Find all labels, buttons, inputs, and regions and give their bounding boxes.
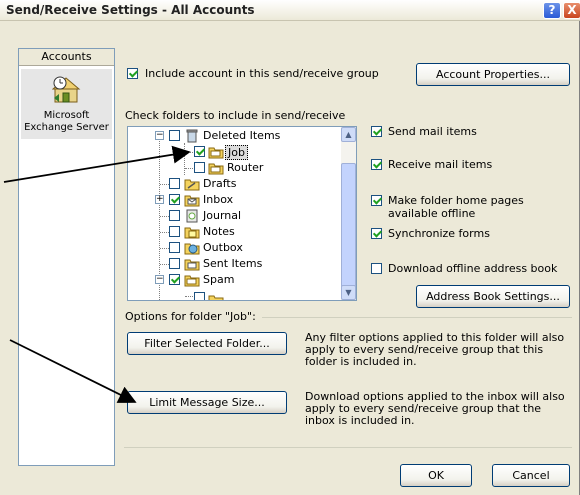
outbox-folder-icon bbox=[184, 243, 200, 255]
tree-item-drafts[interactable]: Drafts bbox=[128, 176, 340, 192]
folders-label: Check folders to include in send/receive bbox=[125, 109, 346, 122]
folder-icon bbox=[184, 275, 200, 287]
send-receive-settings-dialog: Send/Receive Settings - All Accounts ? X… bbox=[0, 0, 580, 495]
cancel-button[interactable]: Cancel bbox=[492, 464, 570, 487]
scroll-up-icon[interactable]: ▲ bbox=[341, 127, 356, 142]
journal-icon bbox=[186, 209, 198, 223]
tree-checkbox-journal[interactable] bbox=[169, 210, 180, 221]
trash-folder-icon bbox=[186, 129, 198, 143]
scroll-thumb[interactable] bbox=[341, 163, 356, 293]
ok-button[interactable]: OK bbox=[400, 464, 472, 487]
tree-label-sent-items: Sent Items bbox=[203, 257, 263, 270]
filter-description: Any filter options applied to this folde… bbox=[305, 331, 565, 368]
tree-checkbox-spam[interactable] bbox=[169, 274, 180, 285]
folder-tree[interactable]: − Deleted Items Job Router Drafts + Inbo… bbox=[127, 126, 357, 301]
tree-checkbox-job[interactable] bbox=[194, 146, 205, 157]
exchange-label-line1: Microsoft bbox=[43, 110, 90, 121]
send-mail-checkbox[interactable] bbox=[371, 126, 382, 137]
tree-item-journal[interactable]: Journal bbox=[128, 208, 340, 224]
sent-folder-icon bbox=[184, 259, 200, 271]
tree-label-inbox: Inbox bbox=[203, 193, 234, 206]
tree-scrollbar[interactable]: ▲ ▼ bbox=[341, 127, 356, 300]
tree-label-notes: Notes bbox=[203, 225, 235, 238]
tree-checkbox-drafts[interactable] bbox=[169, 178, 180, 189]
send-mail-label: Send mail items bbox=[388, 125, 477, 138]
tree-item-spam[interactable]: − Spam bbox=[128, 272, 340, 288]
exchange-server-icon bbox=[52, 76, 81, 103]
synchronize-forms-label: Synchronize forms bbox=[388, 227, 490, 240]
offline-address-book-checkbox[interactable] bbox=[371, 263, 382, 274]
tree-checkbox-inbox[interactable] bbox=[169, 194, 180, 205]
dialog-title: Send/Receive Settings - All Accounts bbox=[6, 3, 255, 17]
title-bar[interactable]: Send/Receive Settings - All Accounts ? X bbox=[0, 0, 580, 21]
tree-item-inbox[interactable]: + Inbox bbox=[128, 192, 340, 208]
tree-checkbox-partial[interactable] bbox=[194, 292, 205, 300]
accounts-header: Accounts bbox=[19, 49, 114, 66]
tree-item-notes[interactable]: Notes bbox=[128, 224, 340, 240]
tree-item-job[interactable]: Job bbox=[128, 144, 340, 160]
tree-label-job: Job bbox=[225, 145, 248, 160]
receive-mail-label: Receive mail items bbox=[388, 158, 493, 171]
folder-icon bbox=[208, 147, 224, 159]
exchange-server-account[interactable]: Microsoft Exchange Server bbox=[21, 69, 112, 139]
limit-message-size-button[interactable]: Limit Message Size... bbox=[127, 391, 287, 414]
tree-checkbox-outbox[interactable] bbox=[169, 242, 180, 253]
synchronize-forms-checkbox[interactable] bbox=[371, 228, 382, 239]
address-book-settings-button[interactable]: Address Book Settings... bbox=[416, 285, 570, 308]
inbox-folder-icon bbox=[184, 195, 200, 207]
close-button[interactable]: X bbox=[563, 2, 580, 19]
tree-checkbox-sent-items[interactable] bbox=[169, 258, 180, 269]
limit-description: Download options applied to the inbox wi… bbox=[305, 390, 565, 427]
scroll-down-icon[interactable]: ▼ bbox=[341, 285, 356, 300]
tree-label-router: Router bbox=[227, 161, 264, 174]
home-pages-label: Make folder home pages available offline bbox=[388, 194, 524, 220]
tree-label-drafts: Drafts bbox=[203, 177, 237, 190]
bottom-divider bbox=[124, 447, 572, 448]
tree-item-partial bbox=[128, 288, 340, 300]
tree-checkbox-notes[interactable] bbox=[169, 226, 180, 237]
tree-label-journal: Journal bbox=[203, 209, 242, 222]
folder-icon bbox=[208, 295, 224, 300]
tree-label-deleted-items: Deleted Items bbox=[203, 129, 281, 142]
folder-options-label: Options for folder "Job": bbox=[125, 310, 256, 323]
drafts-folder-icon bbox=[184, 179, 200, 191]
home-pages-checkbox[interactable] bbox=[371, 195, 382, 206]
help-button[interactable]: ? bbox=[543, 2, 561, 19]
tree-item-outbox[interactable]: Outbox bbox=[128, 240, 340, 256]
group-divider bbox=[262, 317, 572, 318]
include-account-checkbox[interactable] bbox=[127, 68, 138, 79]
tree-item-deleted-items[interactable]: − Deleted Items bbox=[128, 128, 340, 144]
account-properties-button[interactable]: Account Properties... bbox=[416, 63, 570, 86]
expand-icon[interactable]: + bbox=[155, 195, 164, 204]
tree-label-outbox: Outbox bbox=[203, 241, 243, 254]
receive-mail-checkbox[interactable] bbox=[371, 159, 382, 170]
exchange-label-line2: Exchange Server bbox=[24, 122, 109, 133]
accounts-pane: Accounts Microsoft Exchange Server bbox=[18, 48, 115, 466]
collapse-icon[interactable]: − bbox=[155, 131, 164, 140]
tree-checkbox-deleted-items[interactable] bbox=[169, 130, 180, 141]
tree-item-sent-items[interactable]: Sent Items bbox=[128, 256, 340, 272]
exchange-server-label: Microsoft Exchange Server bbox=[21, 110, 112, 134]
collapse-icon[interactable]: − bbox=[155, 275, 164, 284]
notes-icon bbox=[184, 227, 200, 239]
folder-icon bbox=[208, 163, 224, 175]
include-account-label: Include account in this send/receive gro… bbox=[145, 67, 379, 80]
filter-selected-folder-button[interactable]: Filter Selected Folder... bbox=[127, 332, 287, 355]
tree-item-router[interactable]: Router bbox=[128, 160, 340, 176]
tree-checkbox-router[interactable] bbox=[194, 162, 205, 173]
offline-address-book-label: Download offline address book bbox=[388, 262, 558, 275]
tree-label-spam: Spam bbox=[203, 273, 235, 286]
